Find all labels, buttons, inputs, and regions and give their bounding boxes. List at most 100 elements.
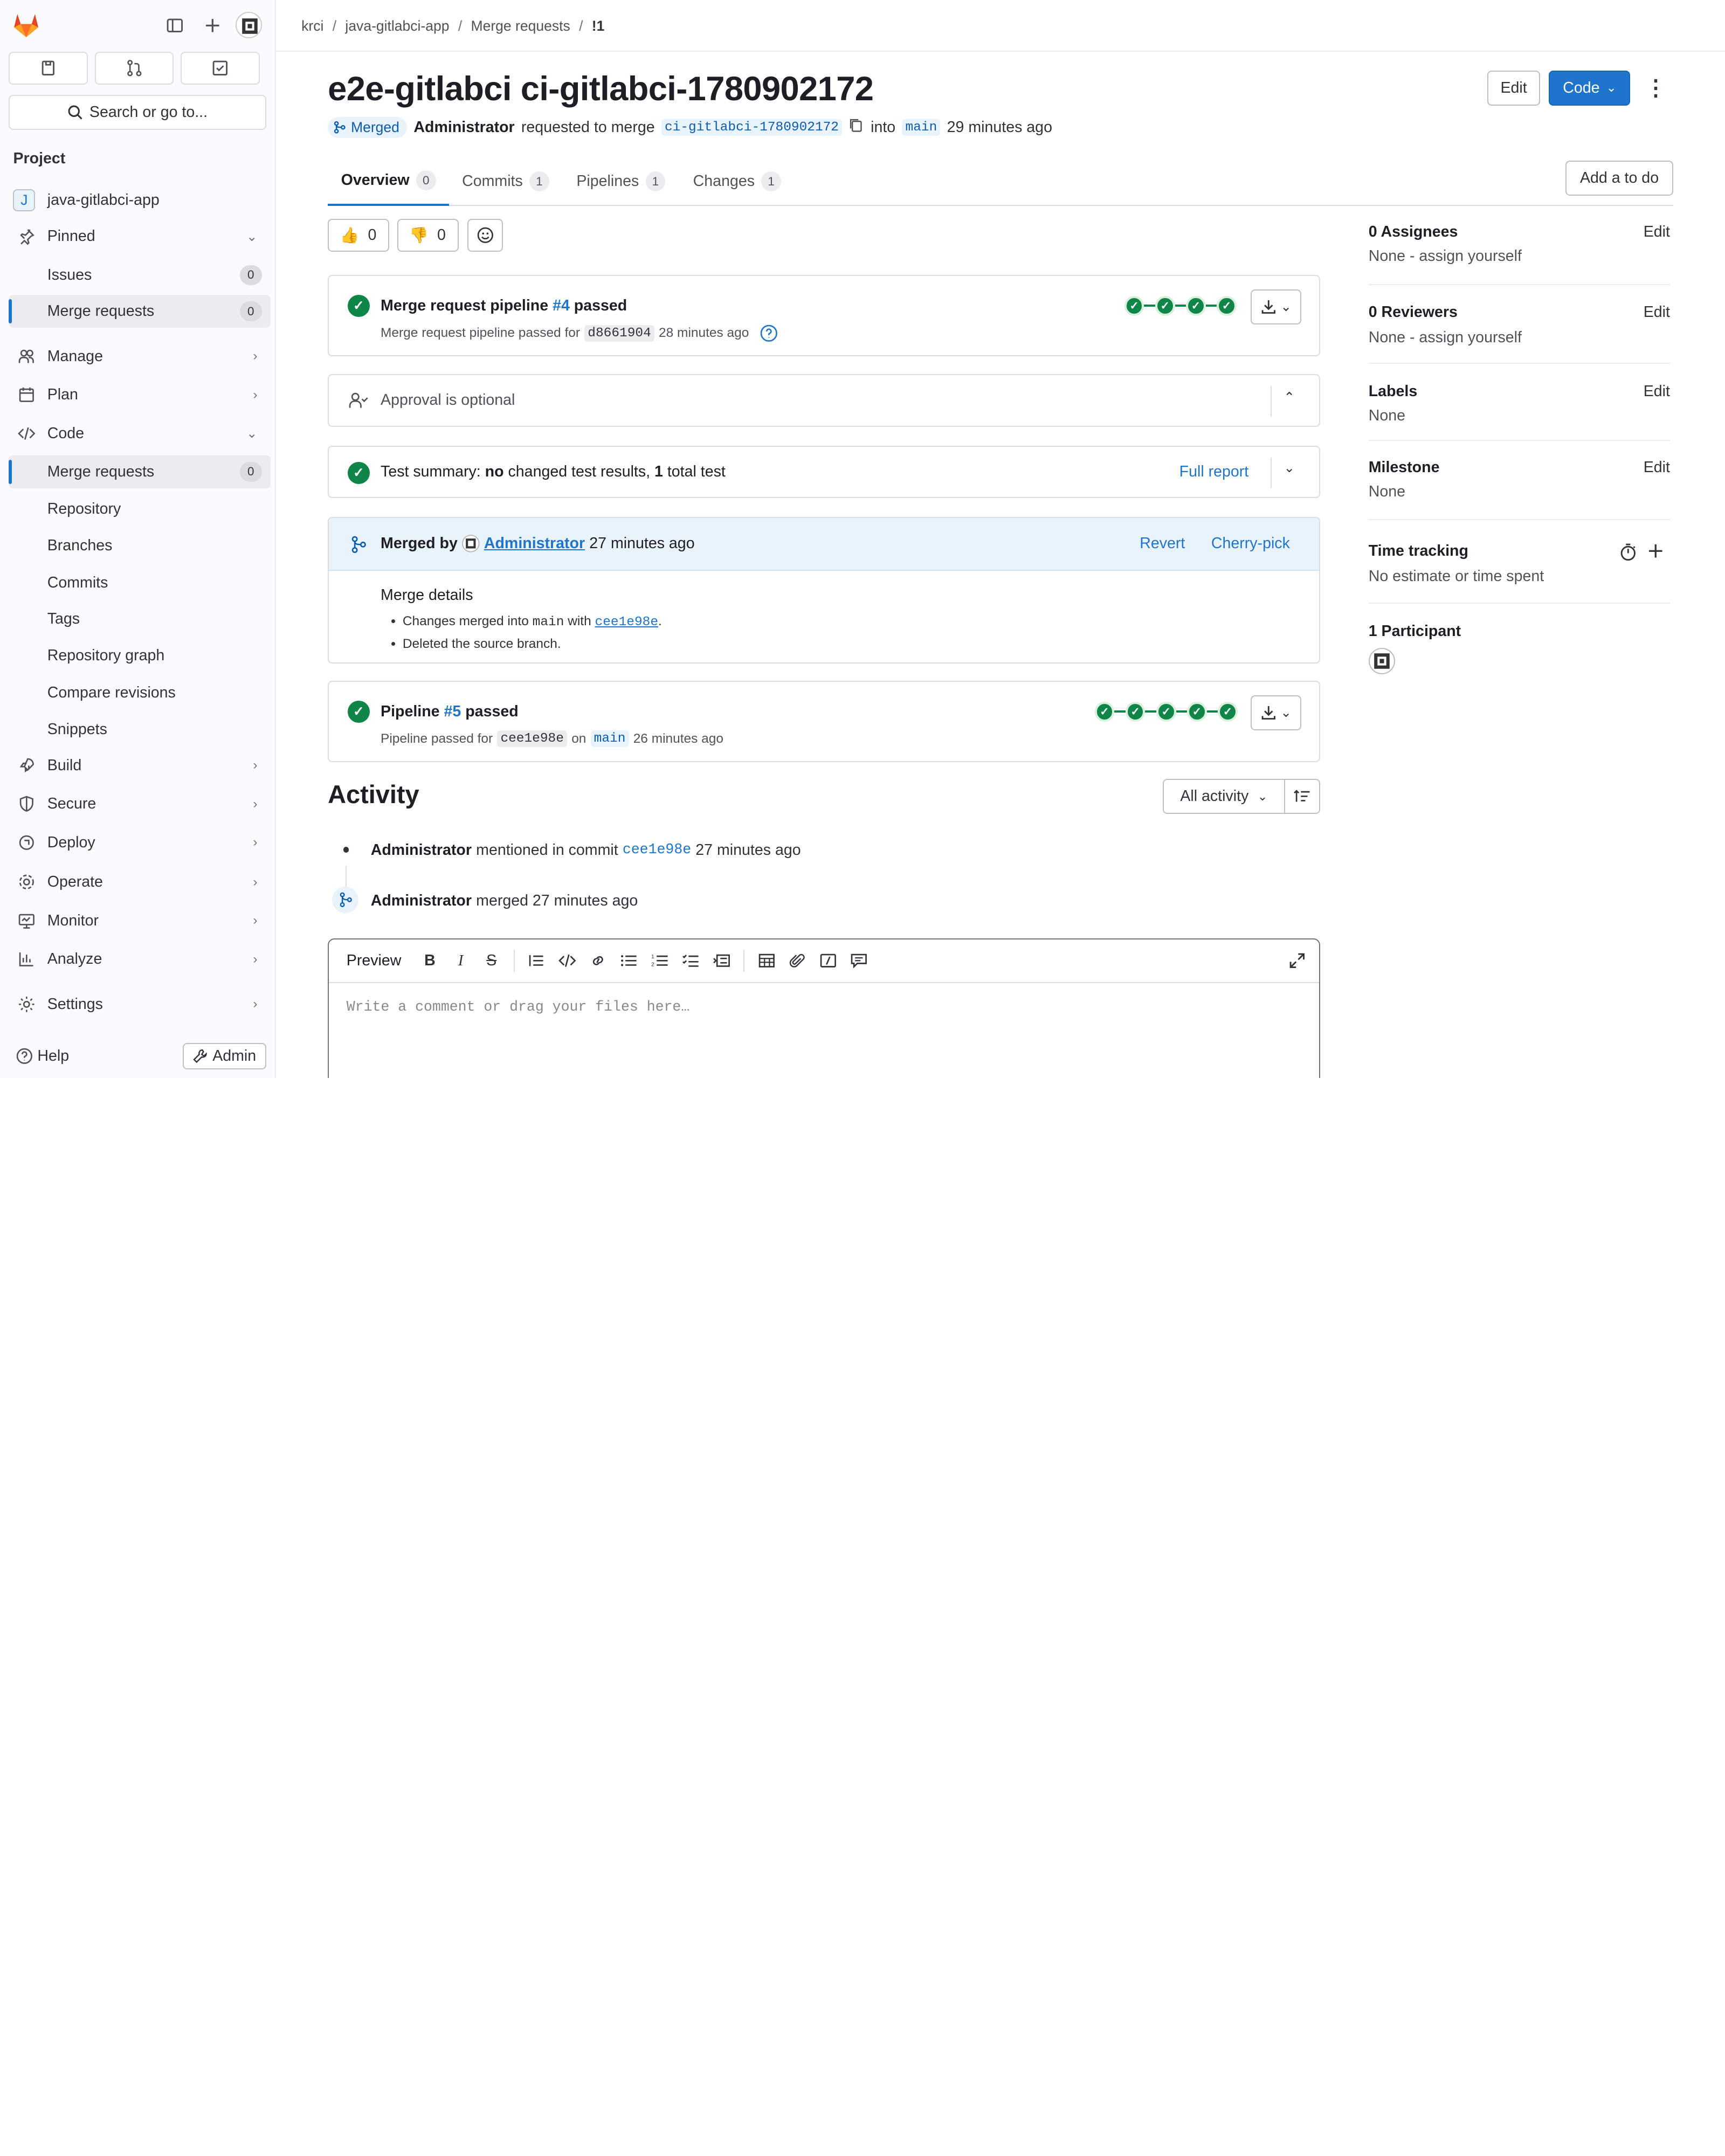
sidebar-toggle-icon[interactable]: [163, 13, 187, 37]
activity-filter-dropdown[interactable]: All activity ⌄: [1163, 778, 1285, 814]
search-button[interactable]: Search or go to...: [9, 94, 266, 130]
stage-success-icon[interactable]: ✓: [1124, 295, 1144, 316]
more-actions-icon[interactable]: ⋮: [1640, 70, 1671, 106]
bullet-list-icon[interactable]: [613, 945, 644, 976]
sidebar-item-merge-requests[interactable]: Merge requests 0: [9, 455, 271, 489]
breadcrumb-item[interactable]: Merge requests: [471, 18, 570, 34]
sidebar-item-tags[interactable]: Tags: [9, 603, 271, 635]
breadcrumb-item[interactable]: java-gitlabci-app: [345, 18, 449, 34]
tab-changes[interactable]: Changes 1: [693, 157, 781, 206]
commit-link[interactable]: cee1e98e: [623, 841, 691, 859]
quote-icon[interactable]: [521, 945, 552, 976]
sidebar-item-operate[interactable]: Operate ›: [9, 866, 271, 899]
sidebar-item-pinned-merge-requests[interactable]: Merge requests 0: [9, 294, 271, 328]
gitlab-logo-icon[interactable]: [11, 12, 42, 38]
sidebar-item-branches[interactable]: Branches: [9, 529, 271, 562]
sidebar-item-settings[interactable]: Settings ›: [9, 988, 271, 1021]
admin-button[interactable]: Admin: [182, 1042, 266, 1069]
commit-sha[interactable]: cee1e98e: [497, 730, 568, 748]
download-artifacts-button[interactable]: ⌄: [1251, 289, 1302, 324]
todos-button[interactable]: [180, 51, 260, 85]
pipeline-id-link[interactable]: #5: [444, 703, 461, 720]
bold-icon[interactable]: B: [415, 945, 445, 976]
link-icon[interactable]: [583, 945, 613, 976]
copy-branch-icon[interactable]: [848, 118, 864, 137]
tab-overview[interactable]: Overview 0: [328, 157, 450, 206]
stage-success-icon[interactable]: ✓: [1185, 295, 1206, 316]
sidebar-item-compare-revisions[interactable]: Compare revisions: [9, 676, 271, 709]
sidebar-item-deploy[interactable]: Deploy ›: [9, 826, 271, 859]
target-branch[interactable]: main: [902, 119, 941, 136]
status-success-icon[interactable]: ✓: [347, 294, 370, 317]
help-button[interactable]: Help: [16, 1047, 69, 1065]
merged-by-user-link[interactable]: Administrator: [484, 535, 585, 552]
add-todo-button[interactable]: Add a to do: [1565, 160, 1674, 196]
stage-success-icon[interactable]: ✓: [1156, 701, 1176, 722]
commit-sha-link[interactable]: cee1e98e: [595, 615, 658, 630]
sidebar-item-plan[interactable]: Plan ›: [9, 378, 271, 411]
expand-icon[interactable]: [1281, 945, 1312, 976]
sidebar-item-pinned[interactable]: Pinned ⌄: [9, 220, 271, 253]
event-user-link[interactable]: Administrator: [371, 892, 472, 910]
sidebar-item-repository[interactable]: Repository: [9, 493, 271, 526]
stage-success-icon[interactable]: ✓: [1125, 701, 1146, 722]
assignees-value[interactable]: None - assign yourself: [1369, 247, 1522, 265]
sidebar-item-commits[interactable]: Commits: [9, 566, 271, 599]
reviewers-edit-button[interactable]: Edit: [1644, 303, 1670, 321]
comment-input[interactable]: Write a comment or drag your files here…: [347, 999, 689, 1015]
stopwatch-icon[interactable]: [1619, 542, 1637, 562]
add-reaction-button[interactable]: [467, 219, 503, 252]
assignees-edit-button[interactable]: Edit: [1644, 223, 1670, 241]
reviewers-value[interactable]: None - assign yourself: [1369, 329, 1522, 347]
strikethrough-icon[interactable]: S: [476, 945, 507, 976]
commit-sha[interactable]: d8661904: [584, 324, 654, 342]
table-icon[interactable]: [751, 945, 782, 976]
numbered-list-icon[interactable]: 12: [644, 945, 675, 976]
user-avatar[interactable]: [235, 12, 262, 39]
code-dropdown-button[interactable]: Code ⌄: [1549, 70, 1631, 106]
pipeline-id-link[interactable]: #4: [553, 297, 570, 314]
sidebar-item-manage[interactable]: Manage ›: [9, 340, 271, 373]
help-circle-icon[interactable]: [760, 324, 778, 342]
edit-button[interactable]: Edit: [1487, 70, 1541, 106]
download-artifacts-button[interactable]: ⌄: [1251, 695, 1302, 731]
author-link[interactable]: Administrator: [413, 119, 514, 136]
participant-avatar[interactable]: [1368, 648, 1395, 674]
event-user-link[interactable]: Administrator: [371, 841, 472, 859]
breadcrumb-item[interactable]: !1: [592, 18, 605, 34]
italic-icon[interactable]: I: [445, 945, 476, 976]
collapsible-icon[interactable]: [706, 945, 737, 976]
stage-success-icon[interactable]: ✓: [1186, 701, 1207, 722]
sidebar-item-code[interactable]: Code ⌄: [9, 417, 271, 450]
sidebar-item-snippets[interactable]: Snippets: [9, 713, 271, 745]
assigned-issues-button[interactable]: [9, 51, 88, 85]
chevron-down-icon[interactable]: ⌄: [1284, 460, 1295, 476]
revert-button[interactable]: Revert: [1140, 535, 1185, 552]
sidebar-item-secure[interactable]: Secure ›: [9, 787, 271, 820]
sort-direction-button[interactable]: [1284, 778, 1320, 814]
comment-template-icon[interactable]: [844, 945, 874, 976]
sidebar-item-issues[interactable]: Issues 0: [9, 259, 271, 292]
sidebar-item-analyze[interactable]: Analyze ›: [9, 943, 271, 976]
sidebar-project-link[interactable]: J java-gitlabci-app: [9, 184, 271, 217]
merge-requests-button[interactable]: [94, 51, 174, 85]
task-list-icon[interactable]: [675, 945, 706, 976]
tab-commits[interactable]: Commits 1: [462, 157, 549, 206]
preview-tab[interactable]: Preview: [329, 952, 415, 970]
quick-actions-icon[interactable]: [813, 945, 844, 976]
thumbs-down-button[interactable]: 👎 0: [397, 219, 459, 252]
stage-success-icon[interactable]: ✓: [1155, 295, 1175, 316]
sidebar-item-repository-graph[interactable]: Repository graph: [9, 639, 271, 672]
stage-success-icon[interactable]: ✓: [1094, 701, 1115, 722]
milestone-edit-button[interactable]: Edit: [1644, 459, 1670, 476]
sidebar-item-monitor[interactable]: Monitor ›: [9, 904, 271, 937]
breadcrumb-item[interactable]: krci: [301, 18, 323, 34]
sidebar-item-build[interactable]: Build ›: [9, 749, 271, 782]
tab-pipelines[interactable]: Pipelines 1: [576, 157, 666, 206]
thumbs-up-button[interactable]: 👍 0: [328, 219, 390, 252]
stage-success-icon[interactable]: ✓: [1217, 295, 1237, 316]
labels-edit-button[interactable]: Edit: [1644, 383, 1670, 400]
branch-link[interactable]: main: [590, 730, 629, 748]
plus-icon[interactable]: [1648, 543, 1664, 559]
plus-icon[interactable]: [200, 13, 224, 37]
